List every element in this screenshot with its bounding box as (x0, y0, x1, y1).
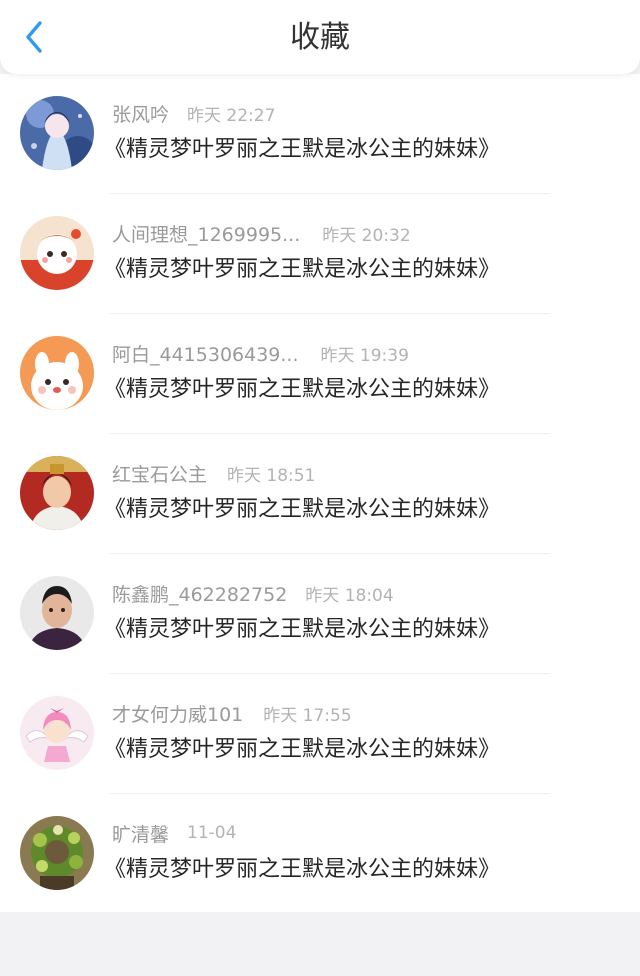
list-item[interactable]: 陈鑫鹏_462282752 昨天 18:04 《精灵梦叶罗丽之王默是冰公主的妹妹… (0, 554, 640, 674)
list-item[interactable]: 红宝石公主 昨天 18:51 《精灵梦叶罗丽之王默是冰公主的妹妹》 (0, 434, 640, 554)
timestamp: 昨天 19:39 (320, 345, 409, 366)
user-name[interactable]: 红宝石公主 (112, 460, 207, 487)
person-photo-avatar[interactable] (20, 576, 94, 650)
favorites-list: 张风吟 昨天 22:27 《精灵梦叶罗丽之王默是冰公主的妹妹》 人间理想_126… (0, 74, 640, 912)
post-title[interactable]: 《精灵梦叶罗丽之王默是冰公主的妹妹》 (104, 132, 500, 168)
list-item[interactable]: 旷清馨 11-04 《精灵梦叶罗丽之王默是冰公主的妹妹》 (0, 794, 640, 914)
user-name[interactable]: 张风吟 (112, 100, 169, 127)
item-meta: 才女何力威101 昨天 17:55 (112, 700, 352, 726)
angel-girl-avatar[interactable] (20, 696, 94, 770)
user-name[interactable]: 陈鑫鹏_462282752 (112, 580, 287, 607)
top-bar: 收藏 (0, 0, 640, 74)
user-name[interactable]: 才女何力威101 (112, 700, 243, 727)
item-meta: 陈鑫鹏_462282752 昨天 18:04 (112, 580, 394, 606)
item-meta: 红宝石公主 昨天 18:51 (112, 460, 315, 486)
timestamp: 昨天 22:27 (187, 105, 276, 126)
post-title[interactable]: 《精灵梦叶罗丽之王默是冰公主的妹妹》 (104, 372, 500, 408)
user-name[interactable]: 人间理想_1269995... (112, 220, 300, 247)
timestamp: 昨天 17:55 (263, 705, 352, 726)
list-item[interactable]: 张风吟 昨天 22:27 《精灵梦叶罗丽之王默是冰公主的妹妹》 (0, 74, 640, 194)
item-meta: 旷清馨 11-04 (112, 820, 236, 846)
post-title[interactable]: 《精灵梦叶罗丽之王默是冰公主的妹妹》 (104, 732, 500, 768)
timestamp: 11-04 (187, 823, 237, 843)
page-title: 收藏 (290, 20, 350, 55)
user-name[interactable]: 旷清馨 (112, 820, 169, 847)
cartoon-girl-avatar[interactable] (20, 216, 94, 290)
list-item[interactable]: 阿白_4415306439... 昨天 19:39 《精灵梦叶罗丽之王默是冰公主… (0, 314, 640, 434)
item-meta: 张风吟 昨天 22:27 (112, 100, 275, 126)
list-item[interactable]: 才女何力威101 昨天 17:55 《精灵梦叶罗丽之王默是冰公主的妹妹》 (0, 674, 640, 794)
timestamp: 昨天 18:04 (305, 585, 394, 606)
post-title[interactable]: 《精灵梦叶罗丽之王默是冰公主的妹妹》 (104, 252, 500, 288)
white-dog-avatar[interactable] (20, 336, 94, 410)
timestamp: 昨天 20:32 (322, 225, 411, 246)
post-title[interactable]: 《精灵梦叶罗丽之王默是冰公主的妹妹》 (104, 612, 500, 648)
user-name[interactable]: 阿白_4415306439... (112, 340, 299, 367)
costume-photo-avatar[interactable] (20, 456, 94, 530)
timestamp: 昨天 18:51 (227, 465, 316, 486)
back-button[interactable] (14, 16, 54, 58)
item-meta: 阿白_4415306439... 昨天 19:39 (112, 340, 409, 366)
post-title[interactable]: 《精灵梦叶罗丽之王默是冰公主的妹妹》 (104, 852, 500, 888)
item-meta: 人间理想_1269995... 昨天 20:32 (112, 220, 411, 246)
anime-fairy-avatar[interactable] (20, 96, 94, 170)
list-item[interactable]: 人间理想_1269995... 昨天 20:32 《精灵梦叶罗丽之王默是冰公主的… (0, 194, 640, 314)
chevron-left-icon (26, 21, 42, 53)
flower-wreath-avatar[interactable] (20, 816, 94, 890)
post-title[interactable]: 《精灵梦叶罗丽之王默是冰公主的妹妹》 (104, 492, 500, 528)
